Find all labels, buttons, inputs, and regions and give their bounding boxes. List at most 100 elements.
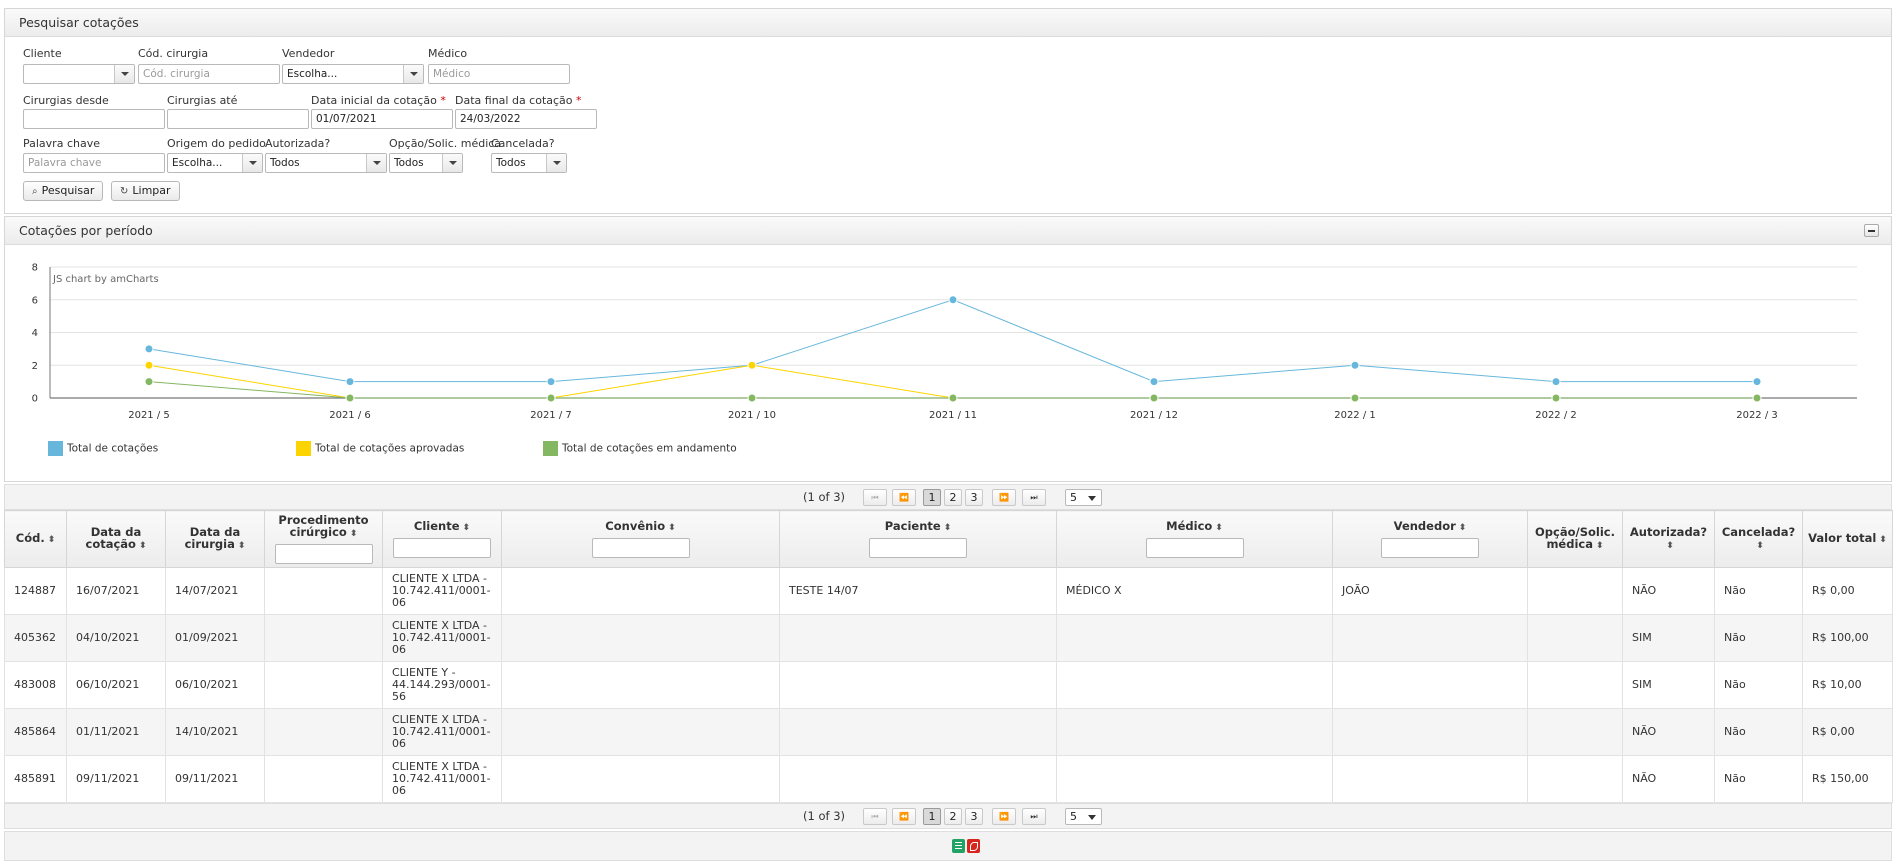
column-filter-input[interactable]	[274, 544, 373, 564]
page-3-button[interactable]: 3	[965, 489, 983, 506]
sort-icon[interactable]: ⬍	[1596, 541, 1604, 551]
column-header[interactable]: Procedimento cirúrgico ⬍	[264, 510, 383, 568]
table-cell	[501, 567, 780, 615]
column-filter-input[interactable]	[1381, 538, 1479, 558]
sort-icon[interactable]: ⬍	[139, 541, 147, 551]
search-button[interactable]: ⌕ Pesquisar	[23, 181, 104, 201]
column-filter-input[interactable]	[869, 538, 967, 558]
next-page-button[interactable]: ⏩	[992, 489, 1016, 506]
rows-per-page-select[interactable]: 5	[1065, 489, 1102, 506]
table-cell: TESTE 14/07	[779, 567, 1057, 615]
table-cell: 04/10/2021	[66, 614, 166, 662]
chevron-down-icon[interactable]	[242, 154, 262, 172]
table-cell: 06/10/2021	[66, 661, 166, 709]
export-bar	[4, 831, 1892, 861]
table-cell	[264, 567, 383, 615]
table-cell: 01/09/2021	[165, 614, 265, 662]
table-cell: 124887	[4, 567, 67, 615]
legend-total[interactable]: Total de cotações	[48, 441, 158, 456]
sort-icon[interactable]: ⬍	[1459, 523, 1467, 533]
palavra-chave-input[interactable]	[23, 153, 165, 173]
page-1-button[interactable]: 1	[923, 489, 941, 506]
data-inicial-input[interactable]	[311, 109, 453, 129]
table-row[interactable]: 405362 04/10/2021 01/09/2021 CLIENTE X LTDA…	[4, 614, 1893, 662]
first-page-button[interactable]: ⏮	[863, 489, 887, 506]
chevron-down-icon[interactable]	[114, 65, 134, 83]
pdf-icon[interactable]	[967, 839, 980, 853]
prev-page-button[interactable]: ⏪	[892, 808, 916, 825]
table-cell	[1332, 614, 1528, 662]
column-filter-input[interactable]	[1145, 538, 1244, 558]
legend-aprovadas[interactable]: Total de cotações aprovadas	[296, 441, 464, 456]
last-page-button[interactable]: ⏭	[1022, 489, 1046, 506]
medico-input[interactable]	[428, 64, 570, 84]
autorizada-select[interactable]: Todos	[265, 153, 387, 173]
sort-icon[interactable]: ⬍	[1666, 541, 1674, 551]
excel-icon[interactable]	[952, 839, 965, 853]
sort-icon[interactable]: ⬍	[48, 535, 56, 545]
page-1-button[interactable]: 1	[923, 808, 941, 825]
table-header-row: Cód. ⬍ Data da cotação ⬍ Data da cirurgia ⬍ Pr…	[4, 510, 1893, 568]
cod-cirurgia-input[interactable]	[138, 64, 280, 84]
legend-andamento[interactable]: Total de cotações em andamento	[543, 441, 737, 456]
cirurgias-ate-input[interactable]	[167, 109, 309, 129]
column-filter-input[interactable]	[591, 538, 690, 558]
sort-icon[interactable]: ⬍	[668, 523, 676, 533]
chevron-down-icon[interactable]	[366, 154, 386, 172]
sort-icon[interactable]: ⬍	[944, 523, 952, 533]
paginator-status: (1 of 3)	[803, 490, 846, 504]
origem-select[interactable]: Escolha...	[167, 153, 263, 173]
prev-page-button[interactable]: ⏪	[892, 489, 916, 506]
cirurgias-desde-input[interactable]	[23, 109, 165, 129]
column-filter-input[interactable]	[393, 538, 491, 558]
column-header[interactable]: Autorizada? ⬍	[1622, 510, 1715, 568]
column-header-label: Médico	[1166, 519, 1213, 533]
vendedor-select[interactable]: Escolha...	[282, 64, 424, 84]
column-header[interactable]: Convênio ⬍	[501, 510, 780, 568]
column-header[interactable]: Valor total ⬍	[1802, 510, 1893, 568]
first-page-button[interactable]: ⏮	[863, 808, 887, 825]
column-header[interactable]: Cliente ⬍	[382, 510, 502, 568]
vendedor-label: Vendedor	[282, 47, 335, 60]
table-cell	[1056, 755, 1333, 803]
cancelada-label: Cancelada?	[491, 137, 555, 150]
table-row[interactable]: 124887 16/07/2021 14/07/2021 CLIENTE X LTDA…	[4, 567, 1893, 615]
opcao-select[interactable]: Todos	[389, 153, 463, 173]
column-header-label: Paciente	[884, 519, 941, 533]
table-row[interactable]: 485891 09/11/2021 09/11/2021 CLIENTE X LTDA…	[4, 755, 1893, 803]
last-page-button[interactable]: ⏭	[1022, 808, 1046, 825]
page-2-button[interactable]: 2	[944, 489, 962, 506]
column-header[interactable]: Cód. ⬍	[4, 510, 67, 568]
sort-icon[interactable]: ⬍	[350, 529, 358, 539]
sort-icon[interactable]: ⬍	[1879, 535, 1887, 545]
table-row[interactable]: 483008 06/10/2021 06/10/2021 CLIENTE Y - 44…	[4, 661, 1893, 709]
column-header[interactable]: Data da cotação ⬍	[66, 510, 166, 568]
table-cell	[264, 614, 383, 662]
page-2-button[interactable]: 2	[944, 808, 962, 825]
page-3-button[interactable]: 3	[965, 808, 983, 825]
column-header[interactable]: Médico ⬍	[1056, 510, 1333, 568]
column-header[interactable]: Vendedor ⬍	[1332, 510, 1528, 568]
column-header[interactable]: Data da cirurgia ⬍	[165, 510, 265, 568]
clear-button[interactable]: ↻ Limpar	[111, 181, 180, 201]
cancelada-select[interactable]: Todos	[491, 153, 567, 173]
chevron-down-icon[interactable]	[442, 154, 462, 172]
table-cell: 485891	[4, 755, 67, 803]
data-final-input[interactable]	[455, 109, 597, 129]
sort-icon[interactable]: ⬍	[463, 523, 471, 533]
sort-icon[interactable]: ⬍	[238, 541, 246, 551]
sort-icon[interactable]: ⬍	[1756, 541, 1764, 551]
cliente-select[interactable]	[23, 64, 135, 84]
sort-icon[interactable]: ⬍	[1215, 523, 1223, 533]
column-header[interactable]: Paciente ⬍	[779, 510, 1057, 568]
chevron-down-icon[interactable]	[546, 154, 566, 172]
column-header[interactable]: Opção/Solic. médica ⬍	[1527, 510, 1623, 568]
chevron-down-icon[interactable]	[403, 65, 423, 83]
table-row[interactable]: 485864 01/11/2021 14/10/2021 CLIENTE X LTDA…	[4, 708, 1893, 756]
table-cell: CLIENTE X LTDA - 10.742.411/0001-06	[382, 708, 502, 756]
collapse-icon[interactable]	[1864, 224, 1879, 237]
table-cell: MÉDICO X	[1056, 567, 1333, 615]
column-header[interactable]: Cancelada? ⬍	[1714, 510, 1803, 568]
rows-per-page-select[interactable]: 5	[1065, 808, 1102, 825]
next-page-button[interactable]: ⏩	[992, 808, 1016, 825]
